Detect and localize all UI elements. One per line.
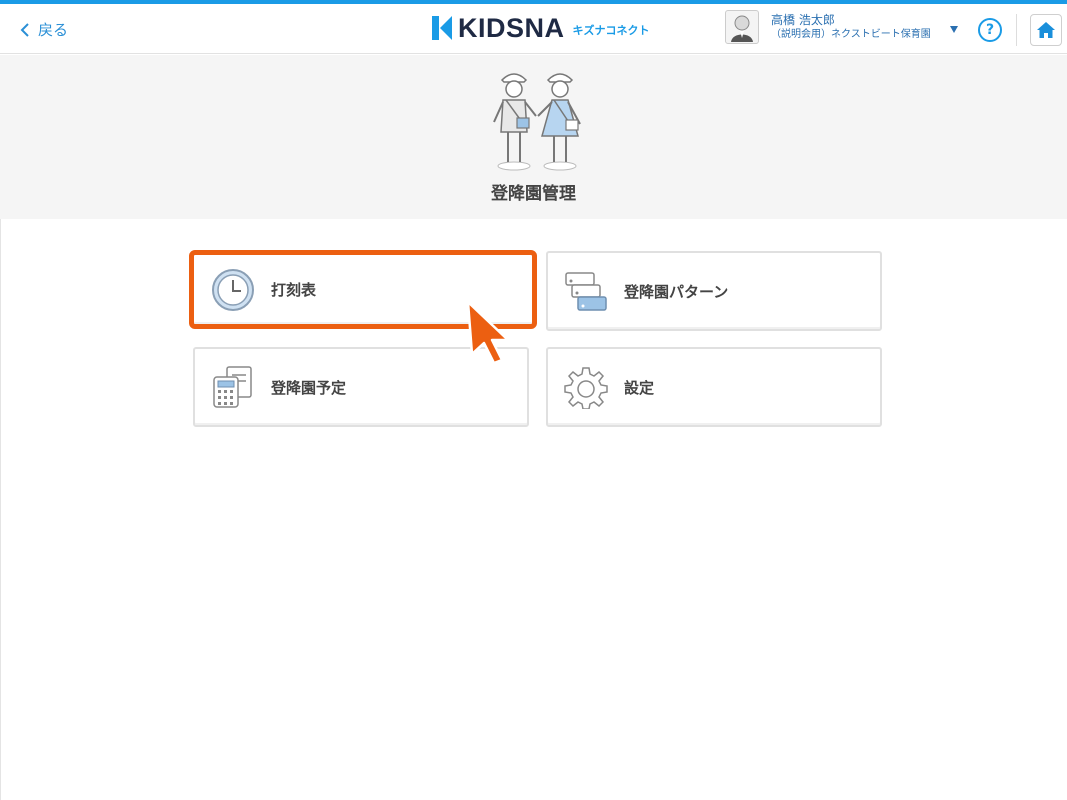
kidsna-logo-mark-icon bbox=[432, 16, 452, 40]
header-divider bbox=[1016, 14, 1017, 46]
menu-card-settings[interactable]: 設定 bbox=[546, 347, 882, 427]
pattern-cards-icon bbox=[564, 269, 608, 313]
brand-logo: KIDSNA キズナコネクト bbox=[432, 14, 650, 42]
chevron-left-icon bbox=[20, 22, 29, 37]
home-icon bbox=[1037, 22, 1055, 38]
user-organization: （説明会用）ネクストビート保育園 bbox=[771, 28, 931, 40]
menu-card-label: 登降園予定 bbox=[271, 378, 347, 397]
menu-card-label: 設定 bbox=[624, 378, 655, 397]
back-button[interactable]: 戻る bbox=[20, 19, 68, 40]
gear-icon bbox=[564, 365, 608, 409]
avatar bbox=[725, 10, 759, 44]
user-menu[interactable]: 高橋 浩太郎 （説明会用）ネクストビート保育園 bbox=[725, 10, 931, 44]
user-avatar-icon bbox=[731, 15, 753, 42]
page-title: 登降園管理 bbox=[491, 184, 576, 204]
menu-card-attendance-pattern[interactable]: 登降園パターン bbox=[546, 251, 882, 331]
clock-icon bbox=[211, 268, 255, 312]
question-mark-icon: ? bbox=[985, 22, 995, 38]
brand-subtitle: キズナコネクト bbox=[572, 24, 650, 37]
page-hero: 登降園管理 bbox=[0, 55, 1067, 219]
home-button[interactable] bbox=[1030, 14, 1062, 46]
app-header: 戻る KIDSNA キズナコネクト 高橋 浩太郎 （説明会用）ネクストビート保育… bbox=[0, 4, 1067, 54]
menu-card-label: 打刻表 bbox=[271, 281, 317, 299]
children-illustration-icon bbox=[493, 73, 581, 171]
schedule-calculator-icon bbox=[211, 365, 255, 409]
menu-card-label: 登降園パターン bbox=[624, 282, 729, 301]
pointer-cursor-icon bbox=[466, 300, 510, 364]
left-edge-line bbox=[0, 219, 1, 800]
help-button[interactable]: ? bbox=[978, 18, 1002, 42]
user-name: 高橋 浩太郎 bbox=[771, 12, 835, 27]
back-label: 戻る bbox=[38, 21, 69, 39]
user-menu-caret-icon[interactable] bbox=[950, 26, 958, 33]
brand-name: KIDSNA bbox=[458, 13, 565, 43]
